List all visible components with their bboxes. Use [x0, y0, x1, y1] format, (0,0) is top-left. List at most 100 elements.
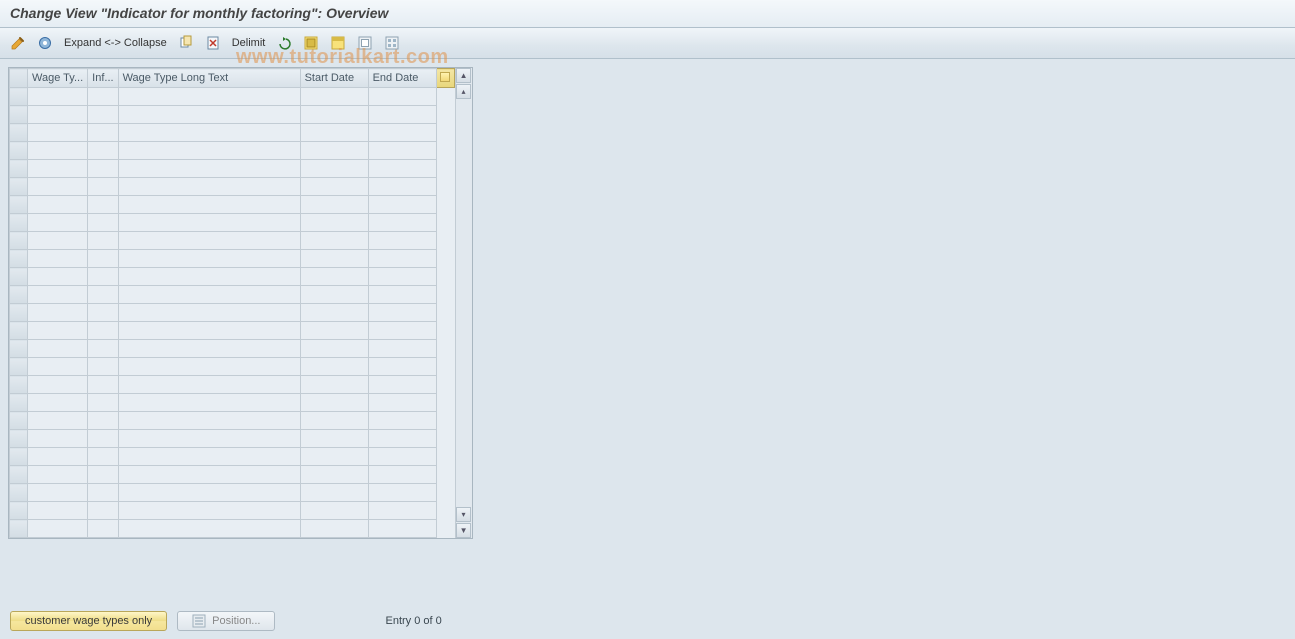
cell[interactable]: [300, 340, 368, 358]
cell[interactable]: [88, 394, 118, 412]
table-row[interactable]: [10, 232, 455, 250]
cell[interactable]: [118, 448, 300, 466]
data-grid[interactable]: Wage Ty... Inf... Wage Type Long Text St…: [8, 67, 473, 539]
cell[interactable]: [28, 520, 88, 538]
row-selector[interactable]: [10, 160, 28, 178]
table-row[interactable]: [10, 214, 455, 232]
cell[interactable]: [88, 448, 118, 466]
cell[interactable]: [300, 376, 368, 394]
cell[interactable]: [300, 502, 368, 520]
cell[interactable]: [118, 412, 300, 430]
cell[interactable]: [88, 484, 118, 502]
cell[interactable]: [368, 322, 436, 340]
cell[interactable]: [28, 142, 88, 160]
col-wage-type[interactable]: Wage Ty...: [28, 69, 88, 88]
cell[interactable]: [368, 250, 436, 268]
cell[interactable]: [118, 142, 300, 160]
cell[interactable]: [88, 286, 118, 304]
cell[interactable]: [368, 196, 436, 214]
cell[interactable]: [300, 142, 368, 160]
cell[interactable]: [88, 376, 118, 394]
cell[interactable]: [28, 88, 88, 106]
cell[interactable]: [368, 286, 436, 304]
grid-table[interactable]: Wage Ty... Inf... Wage Type Long Text St…: [9, 68, 455, 538]
cell[interactable]: [300, 430, 368, 448]
cell[interactable]: [300, 448, 368, 466]
row-selector[interactable]: [10, 322, 28, 340]
cell[interactable]: [88, 340, 118, 358]
cell[interactable]: [88, 142, 118, 160]
cell[interactable]: [118, 466, 300, 484]
change-icon[interactable]: [6, 33, 30, 53]
table-row[interactable]: [10, 196, 455, 214]
cell[interactable]: [300, 160, 368, 178]
table-row[interactable]: [10, 358, 455, 376]
cell[interactable]: [300, 88, 368, 106]
table-row[interactable]: [10, 466, 455, 484]
cell[interactable]: [28, 286, 88, 304]
cell[interactable]: [118, 232, 300, 250]
cell[interactable]: [368, 448, 436, 466]
row-selector[interactable]: [10, 430, 28, 448]
row-selector[interactable]: [10, 196, 28, 214]
undo-icon[interactable]: [272, 33, 296, 53]
delete-icon[interactable]: [201, 33, 225, 53]
table-row[interactable]: [10, 142, 455, 160]
cell[interactable]: [118, 520, 300, 538]
customer-wage-types-button[interactable]: customer wage types only: [10, 611, 167, 631]
cell[interactable]: [118, 286, 300, 304]
table-row[interactable]: [10, 340, 455, 358]
cell[interactable]: [118, 358, 300, 376]
row-selector[interactable]: [10, 178, 28, 196]
cell[interactable]: [118, 196, 300, 214]
cell[interactable]: [368, 304, 436, 322]
row-selector[interactable]: [10, 394, 28, 412]
cell[interactable]: [118, 268, 300, 286]
cell[interactable]: [368, 214, 436, 232]
cell[interactable]: [368, 484, 436, 502]
cell[interactable]: [88, 358, 118, 376]
row-selector[interactable]: [10, 124, 28, 142]
row-selector[interactable]: [10, 376, 28, 394]
cell[interactable]: [300, 466, 368, 484]
cell[interactable]: [300, 250, 368, 268]
col-start-date[interactable]: Start Date: [300, 69, 368, 88]
cell[interactable]: [88, 124, 118, 142]
cell[interactable]: [118, 322, 300, 340]
scroll-down-icon[interactable]: ▼: [456, 523, 471, 538]
configuration-icon[interactable]: [380, 33, 404, 53]
cell[interactable]: [88, 520, 118, 538]
row-selector[interactable]: [10, 214, 28, 232]
cell[interactable]: [28, 268, 88, 286]
other-view-icon[interactable]: [33, 33, 57, 53]
scroll-up-step-icon[interactable]: ▴: [456, 84, 471, 99]
cell[interactable]: [88, 304, 118, 322]
table-row[interactable]: [10, 88, 455, 106]
cell[interactable]: [300, 106, 368, 124]
cell[interactable]: [88, 268, 118, 286]
cell[interactable]: [118, 178, 300, 196]
cell[interactable]: [368, 106, 436, 124]
cell[interactable]: [118, 304, 300, 322]
cell[interactable]: [300, 268, 368, 286]
select-all-icon[interactable]: [299, 33, 323, 53]
cell[interactable]: [118, 160, 300, 178]
cell[interactable]: [118, 484, 300, 502]
cell[interactable]: [118, 250, 300, 268]
cell[interactable]: [368, 430, 436, 448]
col-end-date[interactable]: End Date: [368, 69, 436, 88]
cell[interactable]: [300, 214, 368, 232]
cell[interactable]: [28, 160, 88, 178]
cell[interactable]: [300, 412, 368, 430]
cell[interactable]: [28, 178, 88, 196]
row-selector[interactable]: [10, 484, 28, 502]
cell[interactable]: [88, 412, 118, 430]
cell[interactable]: [118, 340, 300, 358]
cell[interactable]: [88, 196, 118, 214]
cell[interactable]: [368, 88, 436, 106]
cell[interactable]: [118, 502, 300, 520]
cell[interactable]: [88, 430, 118, 448]
cell[interactable]: [300, 196, 368, 214]
cell[interactable]: [28, 214, 88, 232]
row-selector[interactable]: [10, 520, 28, 538]
